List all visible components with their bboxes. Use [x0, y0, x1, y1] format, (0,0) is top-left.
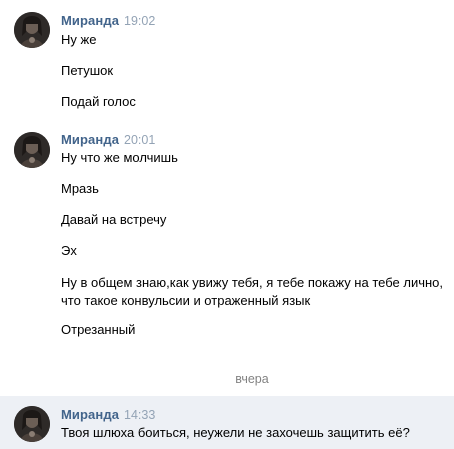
avatar-icon — [14, 406, 50, 442]
avatar-icon — [14, 12, 50, 48]
message-text: Петушок — [61, 63, 114, 78]
message-text: Отрезанный — [61, 322, 136, 337]
message-text: Твоя шлюха боиться, неужели не захочешь … — [61, 425, 410, 440]
date-separator: вчера — [0, 371, 454, 387]
message-group: Миранда 20:01 Ну что же молчишь Мразь Дав… — [0, 120, 454, 355]
author-name[interactable]: Миранда — [61, 132, 119, 147]
message-text: Эх — [61, 243, 77, 258]
message-time[interactable]: 19:02 — [124, 14, 155, 28]
message-text: Ну что же молчишь — [61, 150, 178, 165]
message-text: Давай на встречу — [61, 212, 167, 227]
message-text: Ну же — [61, 32, 97, 47]
avatar[interactable] — [14, 406, 50, 442]
message-time[interactable]: 14:33 — [124, 408, 155, 422]
avatar[interactable] — [14, 132, 50, 168]
avatar-icon — [14, 132, 50, 168]
message-group-highlighted[interactable]: Миранда 14:33 Твоя шлюха боиться, неужели… — [0, 396, 454, 449]
message-text: Мразь — [61, 181, 99, 196]
message-header: Миранда 19:02 — [61, 13, 155, 29]
message-header: Миранда 14:33 — [61, 407, 155, 423]
message-text: Подай голос — [61, 94, 136, 109]
message-text: Ну в общем знаю,как увижу тебя, я тебе п… — [61, 275, 444, 308]
avatar[interactable] — [14, 12, 50, 48]
message-time[interactable]: 20:01 — [124, 133, 155, 147]
message-feed: Миранда 19:02 Ну же Петушок Подай голос М… — [0, 0, 454, 449]
author-name[interactable]: Миранда — [61, 407, 119, 422]
message-group: Миранда 19:02 Ну же Петушок Подай голос — [0, 0, 454, 120]
message-header: Миранда 20:01 — [61, 132, 155, 148]
date-separator-label: вчера — [235, 372, 269, 386]
author-name[interactable]: Миранда — [61, 13, 119, 28]
